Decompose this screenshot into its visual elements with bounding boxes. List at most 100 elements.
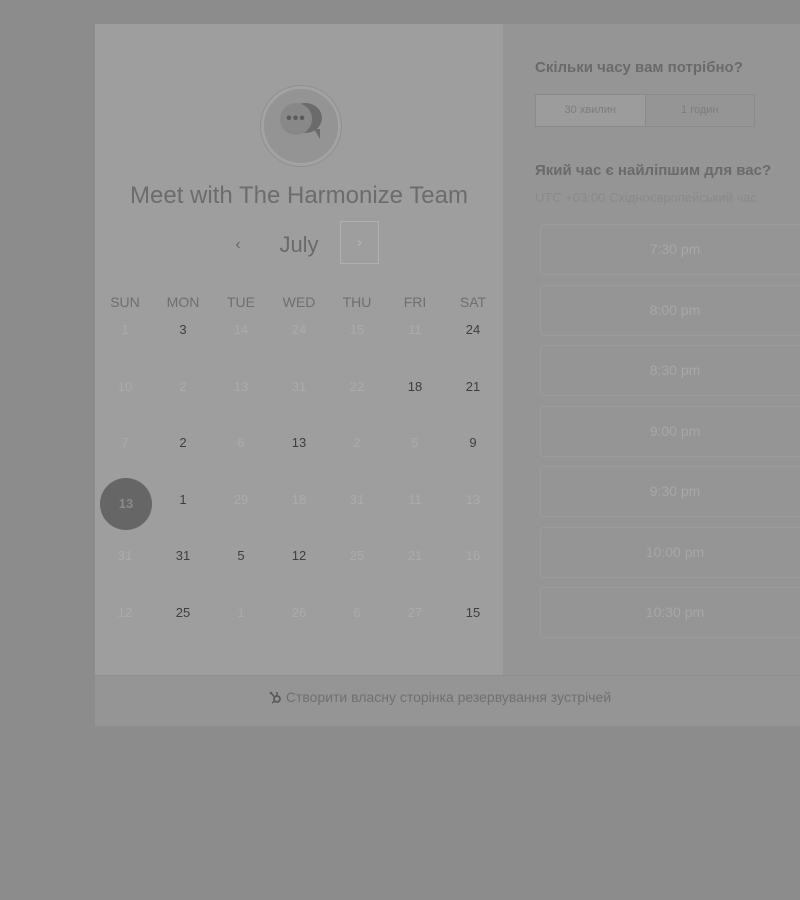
calendar-day[interactable]: 12 [270,544,328,601]
time-slot-button[interactable]: 8:30 pm [540,345,800,396]
calendar-day[interactable]: 1 [154,488,212,545]
calendar-day: 31 [270,375,328,432]
calendar-day: 10 [96,375,154,432]
calendar-day: 6 [212,431,270,488]
create-booking-page-link[interactable]: Створити власну сторінка резервування зу… [269,689,611,705]
calendar-day-number: 31 [117,548,133,564]
calendar-day: 14 [212,318,270,375]
timezone-label[interactable]: UTC +03:00 Східноєвропейський час [535,190,757,205]
calendar-day-number: 24 [291,322,307,337]
calendar-day: 31 [96,544,154,601]
calendar-day: 11 [386,488,444,545]
footer: Створити власну сторінка резервування зу… [95,675,800,727]
calendar-day: 31 [328,488,386,545]
calendar-day-number: 15 [465,604,481,620]
calendar-day: 25 [328,544,386,601]
calendar-day-number: 14 [233,322,249,337]
scheduling-panel: Скільки часу вам потрібно? 30 хвилин 1 го… [535,24,800,675]
calendar-day-number: 16 [465,548,481,564]
previous-month-button[interactable]: ‹ [223,230,253,260]
calendar-day-number: 29 [233,491,249,507]
calendar-day-number: 1 [121,322,129,337]
calendar-day-number: 2 [179,435,187,451]
chat-bubble-icon: ••• [280,103,312,135]
calendar-day[interactable]: 3 [154,318,212,375]
calendar-day[interactable]: 15 [444,601,502,658]
calendar-day-number: 5 [411,435,419,451]
calendar-day-number: 27 [407,604,423,620]
duration-option-1[interactable]: 1 годин [644,95,755,126]
calendar-day: 5 [386,431,444,488]
month-navigation: ‹ July › [95,220,503,268]
calendar-day-number: 25 [349,548,365,564]
calendar-day-number: 10 [117,378,133,394]
month-label: July [279,232,319,257]
calendar-day-number: 31 [175,548,191,564]
time-slot-button[interactable]: 9:00 pm [540,405,800,457]
calendar-day: 16 [444,544,502,601]
calendar-day-number: 12 [117,604,133,620]
organizer-avatar: ••• [261,86,341,166]
calendar-grid: SUN MON TUE WED THU FRI SAT 1 3 14 24 15 11 24 10 2 13 3… [95,286,503,658]
time-slot-button[interactable]: 9:30 pm [540,466,800,517]
calendar-day[interactable]: 31 [154,544,212,601]
calendar-day-number: 22 [349,378,365,394]
calendar-day-number: 11 [408,322,422,337]
time-slot-button[interactable]: 10:30 pm [540,587,800,638]
weekday-header: WED [282,294,316,310]
calendar-day: 6 [328,601,386,658]
calendar-day-number: 9 [469,435,477,451]
calendar-day-number: 26 [291,604,307,620]
calendar-week-row: 10 2 13 31 22 18 21 [95,375,503,432]
calendar-day: 2 [328,431,386,488]
calendar-day-number: 18 [291,491,307,507]
calendar-day[interactable]: 2 [154,431,212,488]
time-slot-button[interactable]: 7:30 pm [540,224,800,275]
calendar-day-number: 25 [175,604,191,620]
calendar-day: 11 [386,318,444,375]
calendar-day: 18 [270,488,328,545]
calendar-day-number: 1 [179,491,187,507]
time-slot-button[interactable]: 10:00 pm [540,526,800,578]
calendar-week-row: 1 3 14 24 15 11 24 [95,318,503,375]
next-month-button[interactable]: › [340,221,379,264]
weekday-header: FRI [403,294,427,310]
calendar-day[interactable]: 25 [154,601,212,658]
calendar-day: 27 [386,601,444,658]
calendar-day-number: 6 [237,435,245,451]
weekday-header: MON [166,294,200,310]
weekday-header: THU [342,294,372,310]
calendar-day: 13 [444,488,502,545]
calendar-day: 26 [270,601,328,658]
weekday-header: TUE [227,294,255,310]
calendar-day[interactable]: 21 [444,375,502,432]
calendar-day[interactable]: 24 [444,318,502,375]
calendar-week-row: 31 31 5 12 25 21 16 [95,544,503,601]
create-booking-page-text: Створити власну сторінка резервування зу… [285,689,612,705]
calendar-day[interactable]: 9 [444,431,502,488]
meeting-info-panel: ••• Meet with The Harmonize Team ‹ July … [95,24,503,675]
calendar-day-number: 11 [408,491,422,507]
calendar-day-selected[interactable]: 13 [96,477,154,545]
sprocket-icon [269,691,281,704]
calendar-day-number: 31 [349,491,365,507]
calendar-day[interactable]: 5 [212,544,270,601]
calendar-day[interactable]: 18 [386,375,444,432]
calendar-day: 1 [212,601,270,658]
calendar-week-row: 12 25 1 26 6 27 15 [95,601,503,658]
calendar-day[interactable]: 13 [270,431,328,488]
calendar-day-number: 24 [465,322,481,337]
calendar-day-number: 3 [179,322,187,337]
calendar-day-number: 12 [291,548,307,564]
calendar-day: 1 [96,318,154,375]
time-slot-list: 7:30 pm 8:00 pm 8:30 pm 9:00 pm 9:30 pm 10:00… [540,224,800,648]
calendar-day-number: 5 [237,548,245,564]
calendar-week-row: 7 2 6 13 2 5 9 [95,431,503,488]
duration-question: Скільки часу вам потрібно? [535,59,743,76]
time-slot-button[interactable]: 8:00 pm [540,284,800,336]
calendar-day-number: 7 [121,435,129,451]
calendar-day-number: 13 [233,378,249,394]
calendar-day-number: 15 [349,322,365,337]
calendar-day-number: 2 [353,435,361,451]
duration-option-0[interactable]: 30 хвилин [536,95,645,126]
